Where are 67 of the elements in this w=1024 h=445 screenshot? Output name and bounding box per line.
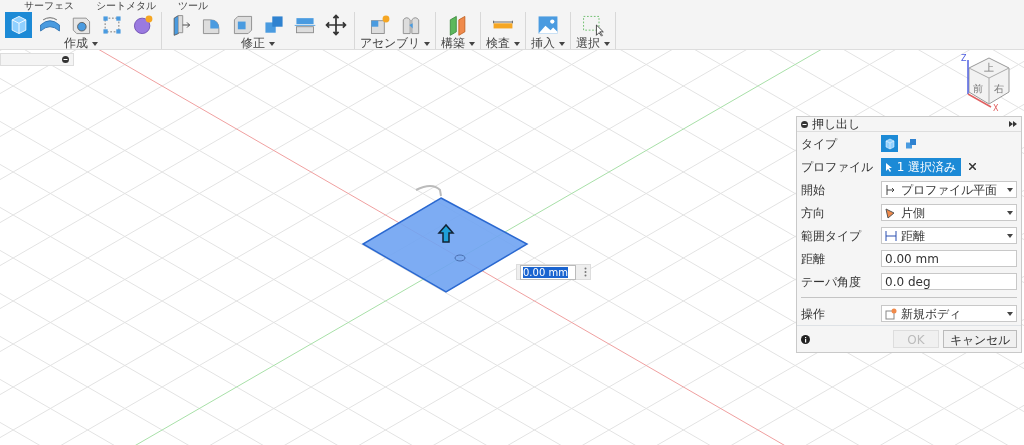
group-menu[interactable]: 構築 [441, 38, 475, 49]
toolbar-tab[interactable]: シートメタル [96, 0, 156, 12]
clear-icon[interactable] [969, 163, 977, 170]
field-label: 開始 [801, 181, 826, 199]
caret-icon [1007, 187, 1013, 192]
dropdown[interactable]: 片側 [881, 204, 1017, 221]
more-icon[interactable] [584, 267, 587, 277]
picture-icon [536, 13, 560, 37]
field-label: 距離 [801, 250, 826, 268]
profile-plane-icon [885, 183, 897, 196]
caret-icon [1007, 311, 1013, 316]
selection-window-icon [581, 13, 605, 37]
selection-button[interactable]: 1 選択済み [881, 157, 962, 176]
input-field[interactable]: 0.0 deg [881, 273, 1017, 290]
cursor-icon [886, 162, 893, 172]
new-body-icon [885, 307, 897, 320]
direction-icon [885, 206, 897, 219]
caret-icon [559, 41, 565, 46]
type-option[interactable] [881, 135, 898, 152]
group-menu[interactable]: 検査 [486, 38, 520, 49]
input-field[interactable]: 0.00 mm [881, 250, 1017, 267]
field-label: 方向 [801, 204, 826, 222]
rotation-handle[interactable] [415, 185, 442, 197]
z-axis-line [967, 59, 969, 95]
caret-icon [91, 41, 98, 46]
group-menu[interactable]: 作成 [63, 38, 98, 49]
extrude-arrow-icon[interactable] [437, 223, 455, 243]
cube-face-label[interactable]: 上 [984, 62, 994, 73]
dialog-title: 押し出し [812, 116, 861, 133]
caret-icon [269, 41, 275, 46]
caret-icon [469, 41, 475, 46]
info-icon[interactable] [801, 334, 810, 344]
group-menu[interactable]: アセンブリ [360, 38, 430, 49]
distance-field[interactable]: 0.00 mm [520, 264, 576, 280]
caret-icon [604, 41, 610, 46]
toolbar-tab[interactable]: サーフェス [24, 0, 74, 12]
collapse-icon[interactable] [801, 120, 808, 128]
distance-icon [885, 229, 897, 242]
field-label: 操作 [801, 305, 826, 323]
group-menu[interactable]: 選択 [576, 38, 610, 49]
toolbar-tab[interactable]: ツール [178, 0, 208, 12]
dropdown[interactable]: 距離 [881, 227, 1017, 244]
dropdown[interactable]: 新規ボディ [881, 305, 1017, 322]
cancel-button[interactable]: キャンセル [943, 330, 1017, 348]
solid-box-icon [882, 136, 897, 151]
caret-icon [424, 41, 430, 46]
collapse-icon[interactable] [62, 56, 69, 63]
field-label: 範囲タイプ [801, 227, 863, 245]
caret-icon [514, 41, 520, 46]
field-label: タイプ [801, 135, 839, 153]
group-menu[interactable]: 修正 [241, 38, 275, 49]
dropdown[interactable]: プロファイル平面 [881, 181, 1017, 198]
axis-label: Z [961, 54, 967, 63]
x-axis-line [967, 93, 992, 108]
group-menu[interactable]: 挿入 [531, 38, 565, 49]
viewcube[interactable] [968, 57, 1010, 105]
two-cubes-icon [903, 136, 918, 151]
axis-label: X [993, 104, 999, 112]
origin-marker [454, 254, 466, 262]
field-label: プロファイル [801, 158, 874, 176]
cube-face-label[interactable]: 前 [973, 83, 983, 94]
expand-icon[interactable] [1009, 121, 1017, 127]
move-arrows-icon [323, 13, 348, 37]
cube-face-label[interactable]: 右 [994, 83, 1004, 94]
caret-icon [1007, 210, 1013, 215]
field-label: テーパ角度 [801, 273, 862, 291]
caret-icon [1007, 233, 1013, 238]
